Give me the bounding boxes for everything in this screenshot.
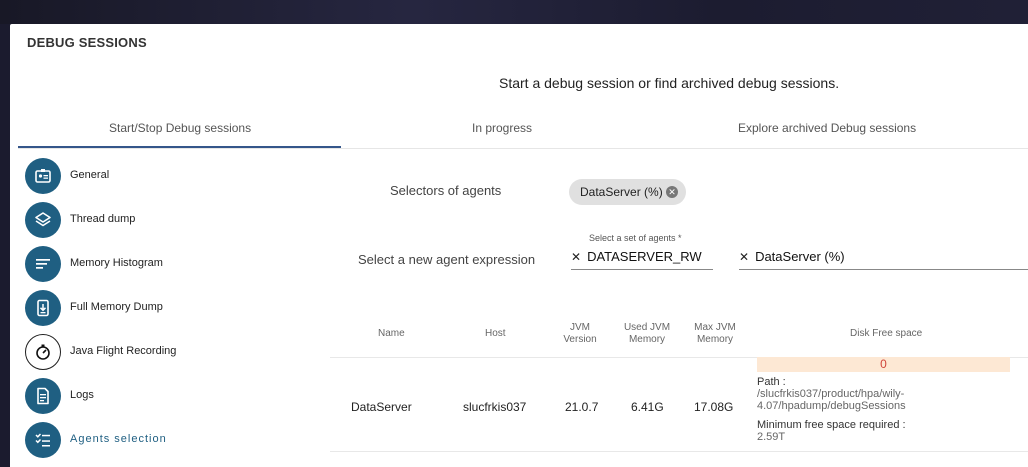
path-value: /slucfrkis037/product/hpa/wily-4.07/hpad… xyxy=(757,388,906,412)
stopwatch-icon xyxy=(25,334,61,370)
disk-free-details: Path : /slucfrkis037/product/hpa/wily-4.… xyxy=(757,376,957,443)
background-strip xyxy=(0,0,1028,24)
checklist-icon xyxy=(25,422,61,458)
cell-jvm-version: 21.0.7 xyxy=(565,400,599,414)
new-expression-label: Select a new agent expression xyxy=(358,252,536,267)
remove-icon[interactable]: ✕ xyxy=(739,250,749,264)
tab-archived[interactable]: Explore archived Debug sessions xyxy=(738,121,916,135)
layers-icon xyxy=(25,202,61,238)
column-header-host: Host xyxy=(485,328,506,339)
lines-icon xyxy=(25,246,61,282)
column-header-max-memory: Max JVM Memory xyxy=(694,322,736,345)
cell-used-memory: 6.41G xyxy=(631,400,664,414)
page-subtitle: Start a debug session or find archived d… xyxy=(499,75,840,91)
cell-name: DataServer xyxy=(351,400,412,414)
path-label: Path : xyxy=(757,376,786,388)
sidebar-item-memory-histogram[interactable]: Memory Histogram xyxy=(25,246,325,286)
id-card-icon xyxy=(25,158,61,194)
chip-label: DataServer (%) xyxy=(580,185,663,199)
column-header-used-memory: Used JVM Memory xyxy=(623,322,671,345)
sidebar-item-agents-selection[interactable]: Agents selection xyxy=(25,422,325,462)
panel-title: DEBUG SESSIONS xyxy=(27,35,147,50)
min-space-value: 2.59T xyxy=(757,431,786,443)
column-header-jvm-version: JVM Version xyxy=(563,322,597,345)
agent-set-value: DATASERVER_RW xyxy=(587,249,702,264)
sidebar-item-label: Thread dump xyxy=(70,213,136,225)
column-header-name: Name xyxy=(378,328,405,339)
sidebar-item-label: General xyxy=(70,169,110,181)
table-bottom-divider xyxy=(330,451,1028,452)
agent-set-field[interactable]: ✕ DATASERVER_RW xyxy=(571,246,713,270)
sidebar-item-full-memory-dump[interactable]: Full Memory Dump xyxy=(25,290,325,330)
cell-max-memory: 17.08G xyxy=(694,400,734,414)
document-icon xyxy=(25,378,61,414)
sidebar-item-label: Agents selection xyxy=(70,433,167,445)
download-file-icon xyxy=(25,290,61,326)
sidebar-item-label: Full Memory Dump xyxy=(70,301,163,313)
tab-divider xyxy=(18,148,1028,149)
agent-expression-value: DataServer (%) xyxy=(755,249,845,264)
tab-start-stop[interactable]: Start/Stop Debug sessions xyxy=(109,121,251,135)
remove-icon[interactable]: ✕ xyxy=(571,250,581,264)
min-space-label: Minimum free space required : xyxy=(757,419,906,431)
tab-in-progress[interactable]: In progress xyxy=(472,121,532,135)
close-icon[interactable]: ✕ xyxy=(666,186,678,198)
agent-set-field-hint: Select a set of agents * xyxy=(589,233,682,243)
sidebar-item-label: Java Flight Recording xyxy=(70,345,177,357)
cell-host: slucfrkis037 xyxy=(463,400,527,414)
agent-selector-chip[interactable]: DataServer (%) ✕ xyxy=(569,179,686,205)
sidebar-item-label: Memory Histogram xyxy=(70,257,163,269)
disk-free-bar: 0 xyxy=(757,357,1010,372)
sidebar-item-thread-dump[interactable]: Thread dump xyxy=(25,202,325,242)
sidebar-item-java-flight-recording[interactable]: Java Flight Recording xyxy=(25,334,325,374)
sidebar-item-logs[interactable]: Logs xyxy=(25,378,325,418)
debug-sessions-panel: DEBUG SESSIONS Start a debug session or … xyxy=(10,24,1028,467)
agent-expression-field[interactable]: ✕ DataServer (%) xyxy=(739,246,1028,270)
column-header-disk-free: Disk Free space xyxy=(850,328,923,339)
sidebar-item-label: Logs xyxy=(70,389,94,401)
sidebar-item-general[interactable]: General xyxy=(25,158,325,198)
selectors-label: Selectors of agents xyxy=(390,183,502,198)
